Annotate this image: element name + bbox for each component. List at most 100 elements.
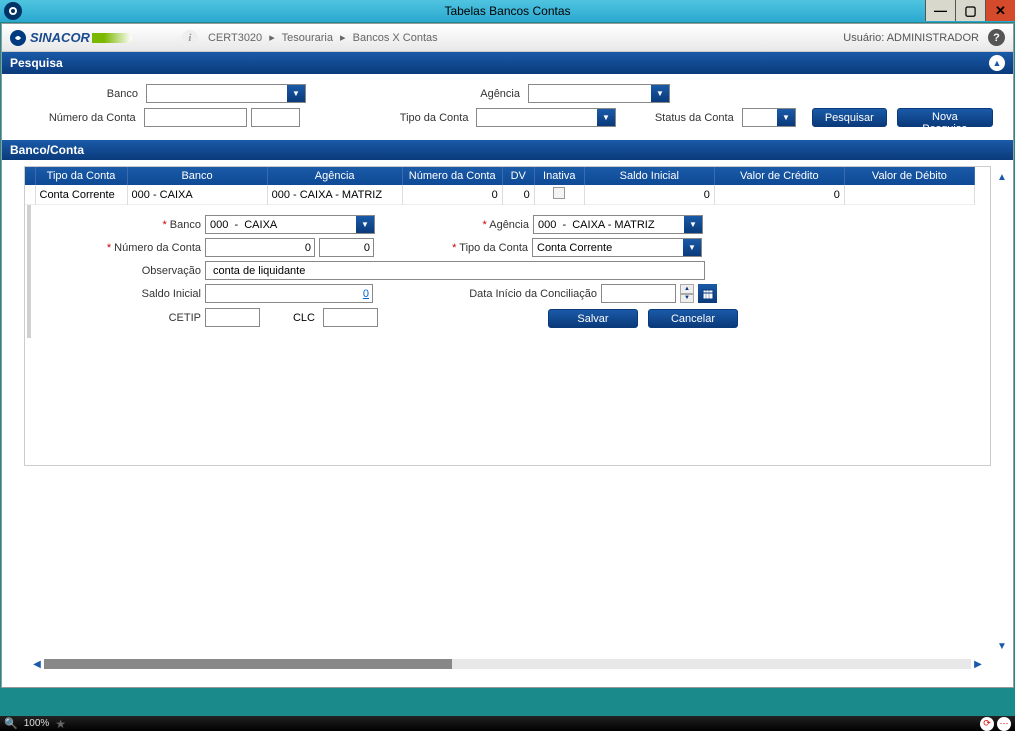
scroll-left-icon[interactable]: ◀ — [30, 657, 44, 671]
status-dot-2-icon[interactable]: ⋯ — [997, 717, 1011, 731]
status-dot-1-icon[interactable]: ⟳ — [980, 717, 994, 731]
col-dv[interactable]: DV — [502, 167, 534, 185]
maximize-button[interactable]: ▢ — [955, 0, 985, 21]
info-icon[interactable]: i — [182, 30, 198, 46]
brand-icon — [10, 30, 26, 46]
tipo-conta-label: Tipo da Conta — [374, 112, 472, 124]
col-debito[interactable]: Valor de Débito — [844, 167, 974, 185]
chevron-down-icon[interactable]: ▼ — [356, 216, 374, 233]
cell-debito — [844, 185, 974, 205]
banco-combo[interactable]: ▼ — [146, 84, 306, 103]
panel-header-pesquisa: Pesquisa ▲ — [2, 52, 1013, 74]
dv-input[interactable] — [251, 108, 300, 127]
scroll-right-icon[interactable]: ▶ — [971, 657, 985, 671]
detail-saldo-label: Saldo Inicial — [81, 288, 201, 300]
app-bar: SINACOR i CERT3020 ▸ Tesouraria ▸ Bancos… — [2, 24, 1013, 52]
close-button[interactable]: ✕ — [985, 0, 1015, 21]
date-spinner[interactable]: ▲▼ — [680, 284, 694, 303]
detail-form: Banco ▼ Agência ▼ Número da Conta — [27, 205, 990, 338]
detail-obs-input[interactable] — [205, 261, 705, 280]
numero-conta-label: Número da Conta — [22, 112, 140, 124]
banco-label: Banco — [22, 88, 142, 100]
detail-banco-label: Banco — [81, 219, 201, 231]
panel-header-bancoconta: Banco/Conta — [2, 140, 1013, 160]
panel-title-bancoconta: Banco/Conta — [10, 143, 84, 157]
tipo-conta-combo[interactable]: ▼ — [476, 108, 616, 127]
user-label: Usuário: ADMINISTRADOR — [843, 32, 979, 44]
detail-concil-label: Data Início da Conciliação — [437, 288, 597, 300]
detail-concil-input[interactable] — [601, 284, 676, 303]
breadcrumb-item-2[interactable]: Bancos X Contas — [353, 32, 438, 44]
detail-obs-label: Observação — [81, 265, 201, 277]
window-title: Tabelas Bancos Contas — [444, 4, 570, 18]
scrollbar-thumb[interactable] — [44, 659, 452, 669]
col-numero[interactable]: Número da Conta — [402, 167, 502, 185]
detail-numero-label: Número da Conta — [81, 242, 201, 254]
help-icon[interactable]: ? — [988, 29, 1005, 46]
breadcrumb-item-1[interactable]: Tesouraria — [282, 32, 333, 44]
detail-tipo-combo[interactable]: ▼ — [532, 238, 702, 257]
inativa-checkbox[interactable] — [553, 187, 565, 199]
brand-swoosh-icon — [92, 33, 132, 43]
cell-agencia: 000 - CAIXA - MATRIZ — [267, 185, 402, 205]
scroll-up-icon[interactable]: ▲ — [995, 170, 1009, 184]
breadcrumb: CERT3020 ▸ Tesouraria ▸ Bancos X Contas — [208, 31, 438, 44]
magnifier-icon[interactable]: 🔍 — [4, 717, 18, 730]
chevron-down-icon[interactable]: ▼ — [684, 216, 702, 233]
vertical-scrollbar[interactable]: ▲ ▼ — [995, 170, 1009, 653]
cell-credito: 0 — [714, 185, 844, 205]
app-icon — [4, 2, 22, 20]
grid-scroll-area: Tipo da Conta Banco Agência Número da Co… — [2, 160, 1013, 687]
nova-pesquisa-button[interactable]: Nova Pesquisa — [897, 108, 993, 127]
col-tipo[interactable]: Tipo da Conta — [35, 167, 127, 185]
star-icon[interactable]: ★ — [55, 717, 66, 731]
agencia-label: Agência — [424, 88, 524, 100]
detail-tipo-label: Tipo da Conta — [438, 242, 528, 254]
col-credito[interactable]: Valor de Crédito — [714, 167, 844, 185]
detail-agencia-combo[interactable]: ▼ — [533, 215, 703, 234]
detail-cetip-input[interactable] — [205, 308, 260, 327]
scroll-down-icon[interactable]: ▼ — [995, 639, 1009, 653]
content-pane: SINACOR i CERT3020 ▸ Tesouraria ▸ Bancos… — [1, 23, 1014, 688]
col-saldo[interactable]: Saldo Inicial — [584, 167, 714, 185]
panel-title-pesquisa: Pesquisa — [10, 56, 63, 70]
table-row[interactable]: Conta Corrente 000 - CAIXA 000 - CAIXA -… — [25, 185, 975, 205]
col-agencia[interactable]: Agência — [267, 167, 402, 185]
status-conta-label: Status da Conta — [630, 112, 738, 124]
bancoconta-table: Tipo da Conta Banco Agência Número da Co… — [25, 167, 975, 205]
detail-cetip-label: CETIP — [81, 312, 201, 324]
brand-name: SINACOR — [30, 30, 90, 45]
minimize-button[interactable]: — — [925, 0, 955, 21]
chevron-down-icon[interactable]: ▼ — [651, 85, 669, 102]
chevron-down-icon[interactable]: ▼ — [683, 239, 701, 256]
detail-clc-input[interactable] — [323, 308, 378, 327]
brand-logo: SINACOR — [10, 30, 132, 46]
status-conta-combo[interactable]: ▼ — [742, 108, 796, 127]
numero-conta-input[interactable] — [144, 108, 247, 127]
status-bar: 🔍 100% ★ ⟳ ⋯ — [0, 713, 1015, 731]
agencia-combo[interactable]: ▼ — [528, 84, 670, 103]
col-inativa[interactable]: Inativa — [534, 167, 584, 185]
cell-tipo: Conta Corrente — [35, 185, 127, 205]
window-titlebar: Tabelas Bancos Contas — ▢ ✕ — [0, 0, 1015, 22]
col-banco[interactable]: Banco — [127, 167, 267, 185]
collapse-icon[interactable]: ▲ — [989, 55, 1005, 71]
detail-dv-input[interactable] — [319, 238, 374, 257]
breadcrumb-env: CERT3020 — [208, 32, 262, 44]
user-name: ADMINISTRADOR — [887, 32, 979, 44]
detail-agencia-label: Agência — [469, 219, 529, 231]
zoom-level[interactable]: 100% — [24, 718, 50, 729]
chevron-down-icon[interactable]: ▼ — [597, 109, 615, 126]
cancelar-button[interactable]: Cancelar — [648, 309, 738, 328]
detail-banco-combo[interactable]: ▼ — [205, 215, 375, 234]
horizontal-scrollbar[interactable]: ◀ ▶ — [30, 657, 985, 671]
salvar-button[interactable]: Salvar — [548, 309, 638, 328]
calendar-icon[interactable] — [698, 284, 717, 303]
pesquisar-button[interactable]: Pesquisar — [812, 108, 887, 127]
detail-saldo-input[interactable] — [205, 284, 373, 303]
detail-clc-label: CLC — [264, 312, 319, 324]
detail-numero-input[interactable] — [205, 238, 315, 257]
row-selector-header — [25, 167, 35, 185]
chevron-down-icon[interactable]: ▼ — [777, 109, 795, 126]
chevron-down-icon[interactable]: ▼ — [287, 85, 305, 102]
